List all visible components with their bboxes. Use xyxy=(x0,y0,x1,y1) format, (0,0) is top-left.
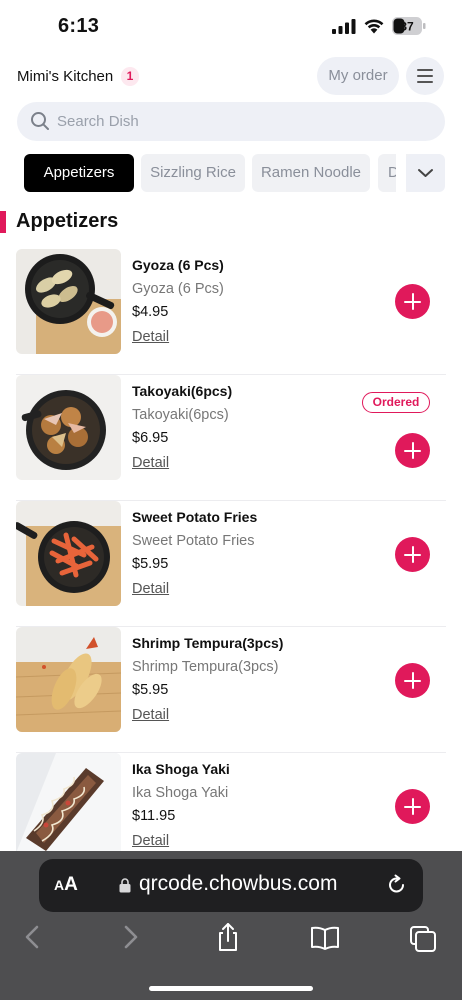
section-title: Appetizers xyxy=(16,210,119,232)
section-accent-bar xyxy=(0,211,6,233)
item-subtitle: Sweet Potato Fries xyxy=(132,533,255,549)
item-title: Ika Shoga Yaki xyxy=(132,761,230,777)
item-detail-link[interactable]: Detail xyxy=(132,707,169,723)
item-price: $11.95 xyxy=(132,808,176,824)
sweet-potato-fries-image xyxy=(16,501,121,606)
add-button[interactable] xyxy=(395,433,430,468)
cart-count-badge: 1 xyxy=(121,67,139,86)
add-button[interactable] xyxy=(395,663,430,698)
hamburger-icon xyxy=(417,69,433,71)
shrimp-tempura-image xyxy=(16,627,121,732)
tabs-icon[interactable] xyxy=(408,921,438,953)
gyoza-image xyxy=(16,249,121,354)
ordered-badge: Ordered xyxy=(362,392,430,413)
menu-item[interactable]: Shrimp Tempura(3pcs) Shrimp Tempura(3pcs… xyxy=(0,627,462,753)
item-subtitle: Shrimp Tempura(3pcs) xyxy=(132,659,279,675)
item-subtitle: Ika Shoga Yaki xyxy=(132,785,229,801)
item-subtitle: Gyoza (6 Pcs) xyxy=(132,281,224,297)
item-subtitle: Takoyaki(6pcs) xyxy=(132,407,229,423)
item-price: $4.95 xyxy=(132,304,169,320)
tab-appetizers[interactable]: Appetizers xyxy=(24,154,134,192)
text-size-button[interactable]: AA xyxy=(54,874,78,896)
ika-shoga-yaki-image xyxy=(16,753,121,858)
item-price: $5.95 xyxy=(132,682,169,698)
status-time: 6:13 xyxy=(58,15,100,37)
item-detail-link[interactable]: Detail xyxy=(132,455,169,471)
add-button[interactable] xyxy=(395,537,430,572)
hamburger-icon-line xyxy=(417,81,433,83)
search-icon xyxy=(31,112,49,130)
bookmarks-icon[interactable] xyxy=(310,921,340,953)
address-bar[interactable]: AA qrcode.chowbus.com xyxy=(39,859,423,912)
battery-icon: 37 xyxy=(392,17,426,35)
reload-icon[interactable] xyxy=(386,874,408,896)
share-icon[interactable] xyxy=(213,921,243,953)
item-title: Shrimp Tempura(3pcs) xyxy=(132,635,284,651)
takoyaki-image xyxy=(16,375,121,480)
menu-item[interactable]: Takoyaki(6pcs) Takoyaki(6pcs) $6.95 Deta… xyxy=(0,375,462,501)
forward-icon[interactable] xyxy=(116,921,146,953)
item-title: Gyoza (6 Pcs) xyxy=(132,257,224,273)
add-button[interactable] xyxy=(395,789,430,824)
item-detail-link[interactable]: Detail xyxy=(132,329,169,345)
url-text: qrcode.chowbus.com xyxy=(139,872,338,895)
home-indicator xyxy=(149,986,313,991)
item-title: Takoyaki(6pcs) xyxy=(132,383,233,399)
battery-level: 37 xyxy=(400,20,414,34)
status-bar: 6:13 37 xyxy=(0,0,462,54)
browser-toolbar: AA qrcode.chowbus.com xyxy=(0,851,462,1000)
item-price: $6.95 xyxy=(132,430,169,446)
search-input[interactable] xyxy=(57,102,427,141)
tabs-fade xyxy=(396,152,406,194)
header: Mimi's Kitchen 1 My order xyxy=(0,56,462,98)
menu-button[interactable] xyxy=(406,57,444,95)
expand-tabs-button[interactable] xyxy=(406,154,445,192)
item-detail-link[interactable]: Detail xyxy=(132,581,169,597)
cellular-signal-icon xyxy=(332,19,356,34)
item-detail-link[interactable]: Detail xyxy=(132,833,169,849)
search-bar[interactable] xyxy=(17,102,445,141)
tab-ramen-noodle[interactable]: Ramen Noodle xyxy=(252,154,370,192)
hamburger-icon-line xyxy=(417,75,433,77)
add-button[interactable] xyxy=(395,284,430,319)
restaurant-name: Mimi's Kitchen xyxy=(17,68,114,85)
my-order-button[interactable]: My order xyxy=(317,57,399,95)
menu-item[interactable]: Sweet Potato Fries Sweet Potato Fries $5… xyxy=(0,501,462,627)
category-tabs: Appetizers Sizzling Rice Ramen Noodle D xyxy=(0,152,462,194)
wifi-icon xyxy=(364,19,384,34)
chevron-down-icon xyxy=(418,169,433,177)
item-title: Sweet Potato Fries xyxy=(132,509,258,525)
lock-icon xyxy=(119,878,131,893)
tab-sizzling-rice[interactable]: Sizzling Rice xyxy=(141,154,245,192)
item-price: $5.95 xyxy=(132,556,169,572)
menu-item[interactable]: Gyoza (6 Pcs) Gyoza (6 Pcs) $4.95 Detail xyxy=(0,249,462,375)
back-icon[interactable] xyxy=(17,921,47,953)
